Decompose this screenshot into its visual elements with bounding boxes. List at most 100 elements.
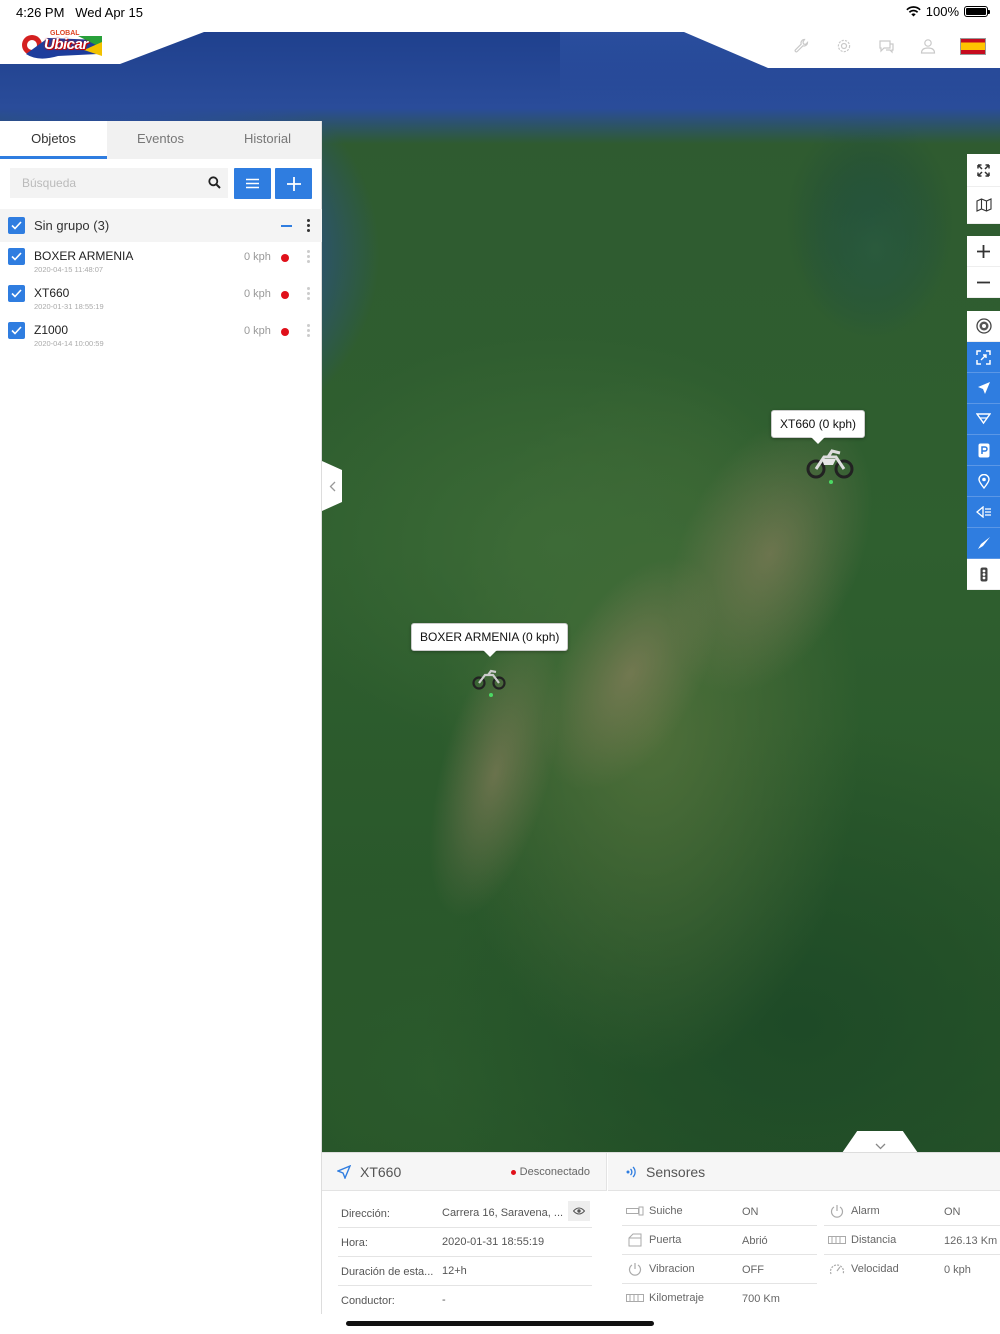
device-time: 2020-04-14 10:00:59 (34, 339, 104, 348)
info-key: Duración de esta... (341, 1266, 434, 1278)
device-menu-icon[interactable] (306, 250, 310, 263)
odometer-icon (626, 1291, 644, 1305)
wifi-icon (906, 6, 921, 17)
device-info-panel: XT660 Desconectado Sensores Dirección: C… (322, 1152, 1000, 1314)
motorcycle-marker-icon[interactable] (472, 668, 506, 690)
objects-panel: Objetos Eventos Historial Sin grupo (3) … (0, 121, 322, 1314)
device-speed: 0 kph (244, 288, 271, 300)
battery-icon (964, 6, 990, 17)
motorcycle-marker-icon[interactable] (806, 447, 854, 479)
add-object-button[interactable] (275, 168, 312, 199)
gear-icon[interactable] (834, 36, 854, 56)
device-checkbox[interactable] (8, 322, 25, 339)
info-value: - (442, 1294, 446, 1306)
sensor-column: Alarm ON Distancia 126.13 Km Velocidad 0… (824, 1197, 1000, 1284)
send-command-icon (977, 537, 990, 549)
offline-status-dot (281, 328, 289, 336)
info-value: 12+h (442, 1265, 467, 1277)
gps-position-dot (829, 480, 833, 484)
device-row[interactable]: Z1000 2020-04-14 10:00:59 0 kph (0, 316, 322, 353)
device-info-table: Dirección: Carrera 16, Saravena, ... Hor… (338, 1199, 592, 1315)
sensor-name: Kilometraje (649, 1292, 705, 1304)
search-icon[interactable] (208, 176, 221, 189)
parking-icon (978, 443, 989, 457)
device-time: 2020-04-15 11:48:07 (34, 265, 104, 274)
zoom-in-button[interactable] (967, 236, 1000, 267)
home-indicator[interactable] (346, 1321, 654, 1326)
sensor-value: OFF (742, 1264, 764, 1276)
poi-icon (977, 473, 990, 489)
wrench-icon[interactable] (792, 36, 812, 56)
device-info-title: XT660 (360, 1164, 402, 1180)
user-icon[interactable] (918, 36, 938, 56)
info-row-time: Hora: 2020-01-31 18:55:19 (338, 1228, 592, 1257)
sensor-value: 126.13 Km (944, 1235, 998, 1247)
header-actions (792, 36, 986, 56)
traffic-button[interactable] (967, 559, 1000, 590)
navigate-icon (977, 382, 990, 394)
sensor-value: 0 kph (944, 1264, 971, 1276)
map-marker-label-xt660[interactable]: XT660 (0 kph) (771, 410, 866, 444)
power-icon (828, 1204, 846, 1218)
check-icon (11, 326, 22, 335)
device-menu-icon[interactable] (306, 324, 310, 337)
zoom-out-button[interactable] (967, 267, 1000, 298)
send-command-button[interactable] (967, 528, 1000, 559)
device-row[interactable]: BOXER ARMENIA 2020-04-15 11:48:07 0 kph (0, 242, 322, 279)
group-list-button[interactable] (234, 168, 271, 199)
search-row (10, 168, 312, 200)
sensor-row: Alarm ON (824, 1197, 1000, 1226)
spain-flag-icon[interactable] (960, 37, 986, 55)
info-key: Dirección: (341, 1208, 390, 1220)
tab-eventos[interactable]: Eventos (107, 121, 214, 159)
odometer-icon (828, 1233, 846, 1247)
collapse-group-icon[interactable] (281, 225, 292, 227)
navigate-icon (337, 1165, 351, 1179)
poi-button[interactable] (967, 466, 1000, 497)
sensors-header: Sensores (608, 1153, 1000, 1191)
check-icon (11, 252, 22, 261)
group-label: Sin grupo (3) (34, 218, 110, 233)
route-button[interactable] (967, 404, 1000, 435)
tab-historial[interactable]: Historial (214, 121, 321, 159)
search-input[interactable] (10, 168, 228, 198)
device-speed: 0 kph (244, 325, 271, 337)
device-name: Z1000 (34, 323, 69, 337)
parking-button[interactable] (967, 435, 1000, 466)
map-layers-button[interactable] (967, 187, 1000, 224)
chevron-left-icon (329, 481, 335, 491)
device-checkbox[interactable] (8, 285, 25, 302)
map-marker-label-boxer[interactable]: BOXER ARMENIA (0 kph) (411, 623, 569, 657)
status-bar: 4:26 PM Wed Apr 15 100% (0, 0, 1000, 24)
route-icon (976, 413, 991, 425)
sensor-column: Suiche ON Puerta Abrió Vibracion OFF Kil… (622, 1197, 817, 1313)
device-info-header: XT660 Desconectado (322, 1153, 607, 1191)
sensor-value: ON (944, 1206, 961, 1218)
group-checkbox[interactable] (8, 217, 25, 234)
device-menu-icon[interactable] (306, 287, 310, 300)
chevron-down-icon (875, 1143, 885, 1150)
radar-button[interactable] (967, 311, 1000, 342)
group-menu-icon[interactable] (306, 219, 310, 232)
tab-objetos[interactable]: Objetos (0, 121, 107, 159)
status-time: 4:26 PM Wed Apr 15 (16, 5, 143, 20)
navigate-button[interactable] (967, 373, 1000, 404)
sensor-name: Alarm (851, 1205, 880, 1217)
radar-icon (975, 318, 992, 334)
door-icon (626, 1233, 644, 1247)
fullscreen-button[interactable] (967, 154, 1000, 187)
geofence-button[interactable] (967, 497, 1000, 528)
sensor-value: 700 Km (742, 1293, 780, 1305)
sensor-name: Puerta (649, 1234, 682, 1246)
show-address-button[interactable] (568, 1201, 590, 1221)
info-row-driver: Conductor: - (338, 1286, 592, 1315)
device-name: XT660 (34, 286, 70, 300)
group-row[interactable]: Sin grupo (3) (0, 209, 322, 242)
fit-bounds-button[interactable] (967, 342, 1000, 373)
power-icon (626, 1262, 644, 1276)
chat-icon[interactable] (876, 36, 896, 56)
zoom-in-icon (977, 244, 990, 258)
device-checkbox[interactable] (8, 248, 25, 265)
offline-status-dot (281, 291, 289, 299)
device-row[interactable]: XT660 2020-01-31 18:55:19 0 kph (0, 279, 322, 316)
